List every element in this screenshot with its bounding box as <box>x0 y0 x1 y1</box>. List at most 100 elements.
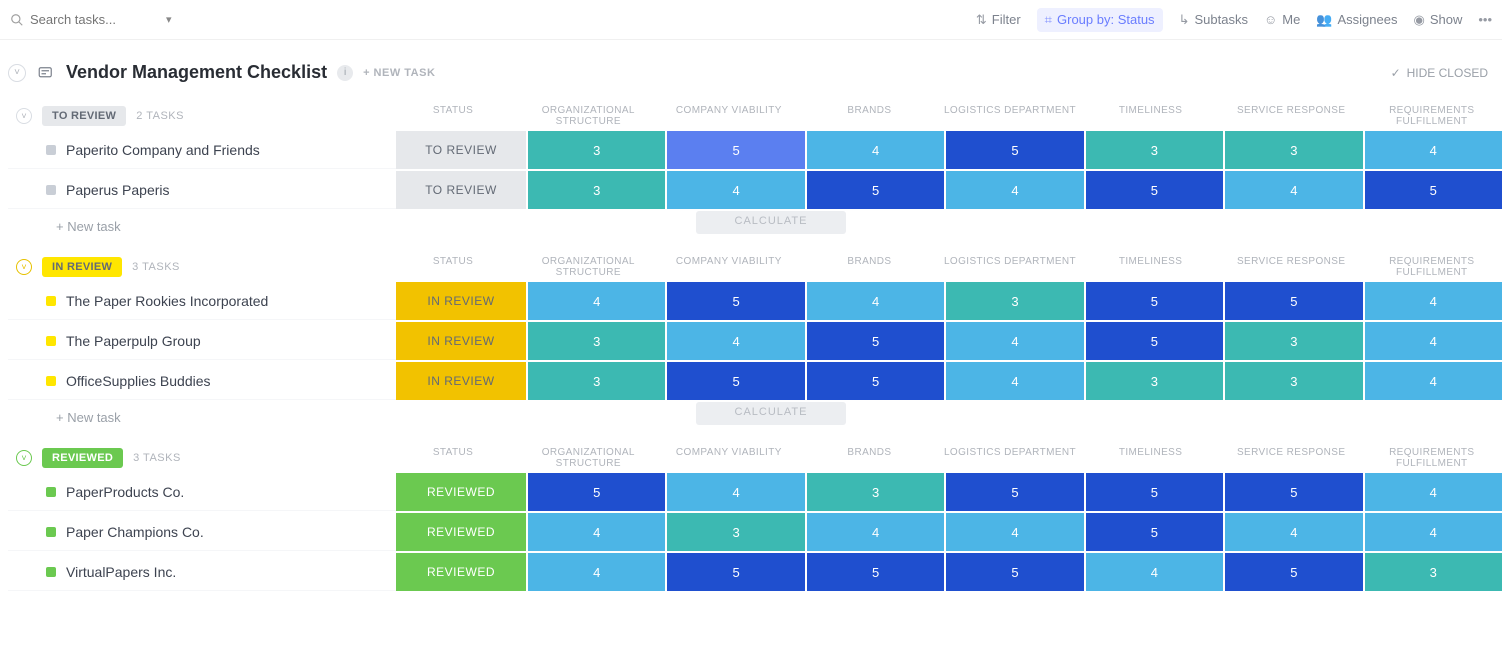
status-square-icon[interactable] <box>46 376 56 386</box>
col-brands[interactable]: BRANDS <box>799 256 940 278</box>
cell-viability[interactable]: 5 <box>667 362 804 400</box>
task-name[interactable]: The Paperpulp Group <box>66 333 201 349</box>
col-org[interactable]: ORGANIZATIONAL STRUCTURE <box>518 256 659 278</box>
cell-service[interactable]: 5 <box>1225 553 1362 591</box>
cell-viability[interactable]: 5 <box>667 131 804 169</box>
cell-org[interactable]: 3 <box>528 131 665 169</box>
col-logistics[interactable]: LOGISTICS DEPARTMENT <box>940 447 1081 469</box>
cell-brands[interactable]: 4 <box>807 282 944 320</box>
cell-timeliness[interactable]: 3 <box>1086 362 1223 400</box>
calculate-button[interactable]: CALCULATE <box>696 402 846 425</box>
col-timeliness[interactable]: TIMELINESS <box>1080 447 1221 469</box>
status-square-icon[interactable] <box>46 145 56 155</box>
cell-logistics[interactable]: 4 <box>946 322 1083 360</box>
col-brands[interactable]: BRANDS <box>799 105 940 127</box>
task-row[interactable]: Paper Champions Co.REVIEWED4344544 <box>8 513 1502 551</box>
cell-brands[interactable]: 5 <box>807 553 944 591</box>
cell-service[interactable]: 3 <box>1225 362 1362 400</box>
cell-logistics[interactable]: 5 <box>946 131 1083 169</box>
cell-service[interactable]: 4 <box>1225 171 1362 209</box>
subtasks-button[interactable]: ↳ Subtasks <box>1179 12 1248 28</box>
col-logistics[interactable]: LOGISTICS DEPARTMENT <box>940 256 1081 278</box>
task-row[interactable]: The Paperpulp GroupIN REVIEW3454534 <box>8 322 1502 360</box>
cell-requirements[interactable]: 5 <box>1365 171 1502 209</box>
status-cell[interactable]: IN REVIEW <box>396 322 526 360</box>
col-requirements[interactable]: REQUIREMENTS FULFILLMENT <box>1361 447 1502 469</box>
cell-logistics[interactable]: 4 <box>946 362 1083 400</box>
task-name[interactable]: VirtualPapers Inc. <box>66 564 176 580</box>
status-cell[interactable]: TO REVIEW <box>396 171 526 209</box>
cell-brands[interactable]: 4 <box>807 513 944 551</box>
col-service[interactable]: SERVICE RESPONSE <box>1221 105 1362 127</box>
cell-org[interactable]: 4 <box>528 553 665 591</box>
cell-requirements[interactable]: 4 <box>1365 322 1502 360</box>
cell-logistics[interactable]: 4 <box>946 513 1083 551</box>
status-square-icon[interactable] <box>46 296 56 306</box>
status-square-icon[interactable] <box>46 185 56 195</box>
cell-org[interactable]: 4 <box>528 513 665 551</box>
task-name[interactable]: Paperito Company and Friends <box>66 142 260 158</box>
task-row[interactable]: Paperus PaperisTO REVIEW3454545 <box>8 171 1502 209</box>
cell-requirements[interactable]: 3 <box>1365 553 1502 591</box>
task-name[interactable]: Paperus Paperis <box>66 182 170 198</box>
cell-viability[interactable]: 5 <box>667 553 804 591</box>
cell-timeliness[interactable]: 3 <box>1086 131 1223 169</box>
task-name[interactable]: PaperProducts Co. <box>66 484 184 500</box>
task-name[interactable]: Paper Champions Co. <box>66 524 204 540</box>
cell-timeliness[interactable]: 4 <box>1086 553 1223 591</box>
cell-logistics[interactable]: 5 <box>946 553 1083 591</box>
assignees-button[interactable]: 👥 Assignees <box>1316 12 1397 28</box>
col-viability[interactable]: COMPANY VIABILITY <box>659 256 800 278</box>
collapse-list-icon[interactable]: ˅ <box>8 64 26 82</box>
task-row[interactable]: The Paper Rookies IncorporatedIN REVIEW4… <box>8 282 1502 320</box>
cell-requirements[interactable]: 4 <box>1365 282 1502 320</box>
status-cell[interactable]: TO REVIEW <box>396 131 526 169</box>
new-task-button[interactable]: + New task <box>8 211 396 234</box>
col-org[interactable]: ORGANIZATIONAL STRUCTURE <box>518 105 659 127</box>
cell-brands[interactable]: 3 <box>807 473 944 511</box>
status-cell[interactable]: IN REVIEW <box>396 362 526 400</box>
cell-logistics[interactable]: 3 <box>946 282 1083 320</box>
filter-button[interactable]: ⇅ Filter <box>976 12 1021 28</box>
col-requirements[interactable]: REQUIREMENTS FULFILLMENT <box>1361 105 1502 127</box>
task-row[interactable]: ○⋮⋮Paperito Company and Friends↳🏷✎TO REV… <box>8 131 1502 169</box>
col-brands[interactable]: BRANDS <box>799 447 940 469</box>
col-logistics[interactable]: LOGISTICS DEPARTMENT <box>940 105 1081 127</box>
show-button[interactable]: ◉ Show <box>1413 12 1462 28</box>
cell-service[interactable]: 3 <box>1225 322 1362 360</box>
cell-brands[interactable]: 5 <box>807 322 944 360</box>
cell-org[interactable]: 5 <box>528 473 665 511</box>
cell-service[interactable]: 5 <box>1225 473 1362 511</box>
status-cell[interactable]: IN REVIEW <box>396 282 526 320</box>
col-status[interactable]: STATUS <box>388 105 518 127</box>
status-cell[interactable]: REVIEWED <box>396 473 526 511</box>
col-service[interactable]: SERVICE RESPONSE <box>1221 447 1362 469</box>
status-pill[interactable]: TO REVIEW <box>42 106 126 126</box>
collapse-group-icon[interactable]: ˅ <box>16 259 32 275</box>
status-square-icon[interactable] <box>46 527 56 537</box>
cell-timeliness[interactable]: 5 <box>1086 322 1223 360</box>
status-square-icon[interactable] <box>46 336 56 346</box>
chevron-down-icon[interactable]: ▾ <box>166 13 172 26</box>
group-by-button[interactable]: ⌗ Group by: Status <box>1037 8 1163 32</box>
cell-viability[interactable]: 4 <box>667 171 804 209</box>
status-cell[interactable]: REVIEWED <box>396 513 526 551</box>
cell-brands[interactable]: 4 <box>807 131 944 169</box>
cell-service[interactable]: 3 <box>1225 131 1362 169</box>
cell-org[interactable]: 3 <box>528 322 665 360</box>
cell-viability[interactable]: 4 <box>667 473 804 511</box>
cell-service[interactable]: 5 <box>1225 282 1362 320</box>
hide-closed-button[interactable]: ✓ HIDE CLOSED <box>1391 66 1488 80</box>
cell-logistics[interactable]: 4 <box>946 171 1083 209</box>
status-square-icon[interactable] <box>46 487 56 497</box>
col-viability[interactable]: COMPANY VIABILITY <box>659 447 800 469</box>
col-service[interactable]: SERVICE RESPONSE <box>1221 256 1362 278</box>
cell-requirements[interactable]: 4 <box>1365 362 1502 400</box>
task-name[interactable]: OfficeSupplies Buddies <box>66 373 211 389</box>
status-cell[interactable]: REVIEWED <box>396 553 526 591</box>
status-pill[interactable]: IN REVIEW <box>42 257 122 277</box>
cell-timeliness[interactable]: 5 <box>1086 282 1223 320</box>
collapse-group-icon[interactable]: ˅ <box>16 450 32 466</box>
cell-org[interactable]: 4 <box>528 282 665 320</box>
cell-timeliness[interactable]: 5 <box>1086 473 1223 511</box>
